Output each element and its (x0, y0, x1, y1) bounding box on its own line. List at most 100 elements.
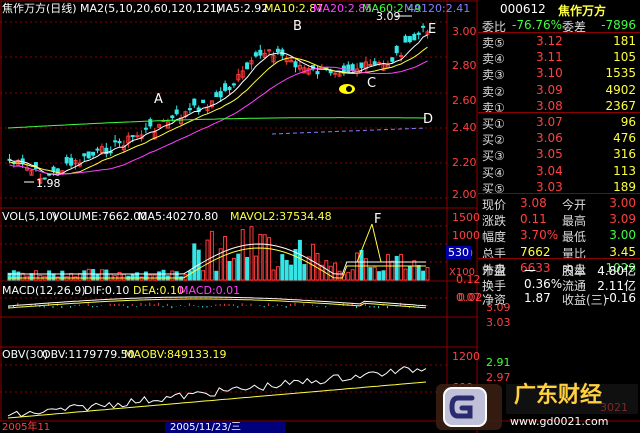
volume-bar (214, 270, 219, 281)
order-price: 3.06 (536, 131, 563, 146)
candle-body (403, 35, 408, 43)
candle-body (187, 108, 192, 111)
volume-bar (258, 234, 263, 281)
candle-body (135, 135, 140, 138)
candle-body (390, 57, 395, 62)
sell-order-row[interactable]: 卖④ 3.11 105 (478, 48, 640, 66)
fund-value: 1.87 (524, 291, 551, 305)
buy-order-row[interactable]: 买③ 3.05 316 (478, 145, 640, 163)
order-volume: 4902 (605, 82, 636, 97)
quote-divider (478, 112, 640, 113)
volume-bar (350, 269, 355, 281)
volume-bar (11, 270, 16, 281)
stat-value: 3.45 (609, 244, 636, 259)
volume-bar (108, 273, 113, 281)
volume-bar (47, 270, 52, 281)
volume-bar (121, 273, 126, 281)
buy-order-row[interactable]: 买④ 3.04 113 (478, 162, 640, 180)
stat-value: 7662 (520, 244, 551, 259)
macd-label: MACD(12,26,9) (2, 284, 86, 297)
annotation-f-pointer-2 (371, 223, 382, 263)
stat-row[interactable]: 现价 3.08 今开 3.00 (478, 194, 640, 212)
volume-bar (280, 254, 285, 281)
volume-bar (390, 260, 395, 281)
candle-body (399, 55, 404, 58)
candle-body (130, 135, 135, 138)
volume-bar (394, 255, 399, 281)
date-axis-label: 2005年11 (2, 422, 51, 433)
order-price: 3.08 (536, 98, 563, 113)
volume-bar (143, 271, 148, 281)
candle-body (275, 48, 280, 53)
volume-bar (425, 266, 430, 281)
order-price: 3.07 (536, 115, 563, 129)
sell-order-row[interactable]: 卖③ 3.10 1535 (478, 64, 640, 82)
macd-dif: DIF:0.10 (84, 284, 130, 297)
candle-body (117, 140, 122, 144)
volume-bar (209, 230, 214, 281)
buy-order-row[interactable]: 买② 3.06 476 (478, 129, 640, 147)
order-price: 3.05 (536, 147, 563, 162)
price-axis-tick: 2.80 (452, 59, 477, 72)
volume-bar (223, 236, 228, 281)
candle-body (214, 92, 219, 98)
order-price: 3.12 (536, 34, 563, 48)
order-volume: 113 (613, 163, 636, 178)
ma120-value: MA120:2.41 (404, 2, 471, 15)
volume-bar (161, 269, 166, 281)
ma-label: MA2(5,10,20,60,120,121) (80, 2, 222, 15)
candle-body (51, 166, 56, 172)
volume-bar (368, 267, 373, 281)
stat-row[interactable]: 涨跌 0.11 最高 3.09 (478, 210, 640, 228)
ma5-line (9, 34, 428, 176)
sell-order-row[interactable]: 卖⑤ 3.12 181 (478, 32, 640, 50)
fundamental-row[interactable]: 净资 1.87 收益(三) -0.16 (478, 289, 640, 307)
fund-label: 收益(三) (562, 293, 608, 307)
stat-row[interactable]: 幅度 3.70% 最低 3.00 (478, 226, 640, 244)
candle-body (82, 153, 87, 157)
volume-bar (60, 270, 65, 281)
candle-body (201, 99, 206, 104)
volume-bar (271, 269, 276, 281)
candle-body (223, 83, 228, 91)
volume-bar (346, 271, 351, 281)
price-axis-tick: 3.00 (452, 25, 477, 38)
quote-header: 000612 焦作万方 (478, 0, 640, 18)
candle-body (421, 25, 426, 28)
vol-axis-tick: 1500 (452, 211, 480, 224)
volume-bar (16, 271, 21, 281)
macd-dea: DEA:0.10 (133, 284, 184, 297)
quote-divider (478, 258, 640, 259)
volume-bar (337, 270, 342, 281)
volume-bar (157, 271, 162, 281)
volume-bar (227, 260, 232, 281)
candle-body (416, 32, 421, 35)
stat-value: 3.08 (520, 196, 547, 210)
candle-body (293, 61, 298, 68)
volume-bar (174, 271, 179, 281)
buy-order-row[interactable]: 买① 3.07 96 (478, 113, 640, 131)
macd-axis-tick: 0.12 (456, 273, 481, 286)
volume-bar (284, 259, 289, 281)
sell-order-row[interactable]: 卖② 3.09 4902 (478, 81, 640, 99)
volume-bar (170, 270, 175, 281)
stat-value: 3.00 (609, 228, 636, 243)
volume-bar (399, 253, 404, 281)
order-volume: 476 (613, 131, 636, 146)
volume-bar (201, 270, 206, 281)
price-axis-tick: 2.60 (452, 94, 477, 107)
candle-body (372, 61, 377, 65)
candle-body (91, 151, 96, 156)
volume-bar (77, 273, 82, 281)
ma120-line (271, 127, 427, 135)
order-volume: 316 (613, 147, 636, 162)
date-cursor-label[interactable]: 2005/11/23/三 (170, 423, 241, 433)
annotation-e: E (428, 22, 437, 37)
order-price: 3.04 (536, 163, 563, 178)
annotation-c: C (367, 76, 377, 91)
order-volume: 2367 (605, 98, 636, 113)
order-volume: 1535 (605, 66, 636, 81)
volume-bars (7, 226, 430, 281)
low-price-label: 1.98 (36, 177, 61, 190)
volume-bar (412, 260, 417, 281)
